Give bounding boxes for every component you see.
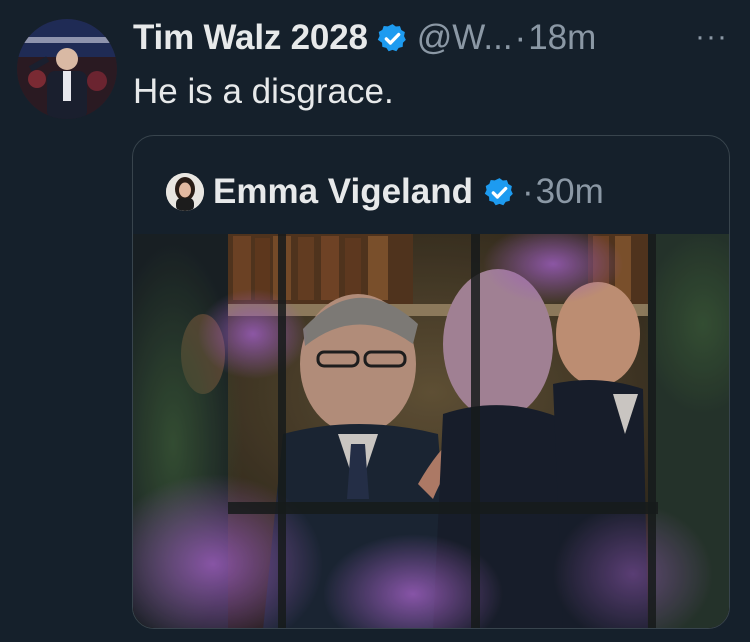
verified-badge-icon[interactable] [376, 22, 409, 55]
author-avatar[interactable] [17, 19, 117, 119]
quoted-tweet-photo[interactable] [133, 234, 729, 628]
more-options-icon[interactable]: ··· [695, 20, 728, 54]
quoted-tweet[interactable]: Emma Vigeland · 30m [132, 135, 730, 629]
verified-badge-icon[interactable] [483, 176, 516, 209]
time-separator: · [522, 172, 534, 211]
time-separator: · [514, 18, 527, 57]
tweet-text: He is a disgrace. [133, 72, 394, 111]
author-handle[interactable]: @W... [417, 18, 513, 58]
quoted-author-avatar [166, 173, 204, 211]
author-name[interactable]: Tim Walz 2028 [133, 18, 368, 58]
tweet-time[interactable]: 18m [528, 18, 596, 58]
quoted-tweet-time[interactable]: 30m [536, 172, 604, 212]
quoted-tweet-header: Emma Vigeland · 30m [166, 170, 604, 214]
tweet-header: Tim Walz 2028 @W... · 18m [133, 16, 596, 60]
quoted-author-name[interactable]: Emma Vigeland [213, 172, 473, 212]
